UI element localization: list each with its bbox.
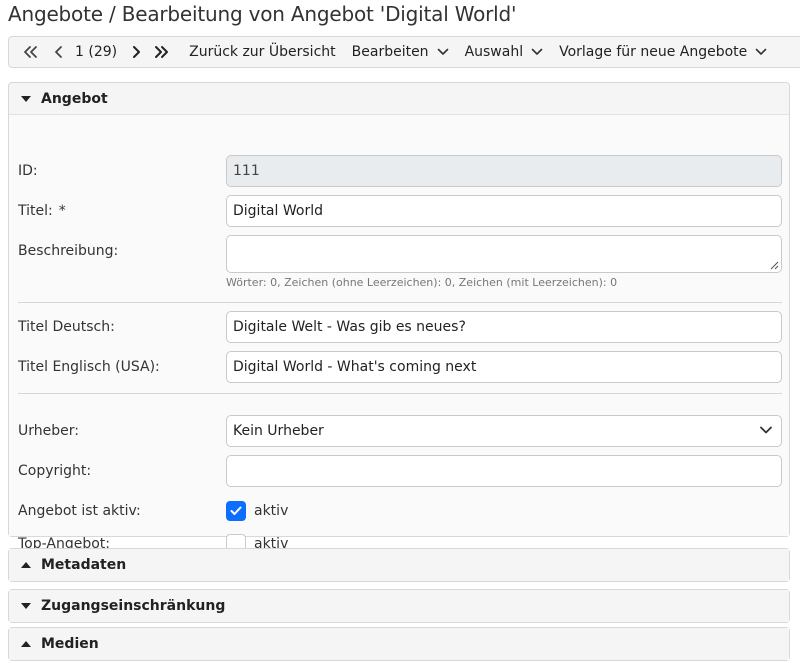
- back-to-overview-link[interactable]: Zurück zur Übersicht: [189, 44, 336, 60]
- aktiv-label: Angebot ist aktiv:: [18, 503, 141, 519]
- resize-grip-icon[interactable]: [770, 261, 779, 270]
- template-menu-button[interactable]: Vorlage für neue Angebote: [559, 44, 767, 60]
- divider: [18, 393, 782, 394]
- beschreibung-textarea[interactable]: [226, 235, 782, 273]
- aktiv-checkbox[interactable]: [226, 501, 246, 521]
- section-zugang-title: Zugangseinschränkung: [41, 598, 226, 614]
- id-label: ID:: [18, 163, 38, 179]
- next-record-icon[interactable]: [131, 36, 141, 68]
- caret-up-icon: [21, 641, 31, 647]
- chevron-down-icon: [755, 48, 767, 55]
- edit-menu-label: Bearbeiten: [351, 44, 429, 60]
- titel-deutsch-label: Titel Deutsch:: [18, 319, 115, 335]
- edit-menu-button[interactable]: Bearbeiten: [352, 44, 449, 60]
- chevron-down-icon: [531, 48, 543, 55]
- required-marker: *: [58, 203, 66, 219]
- previous-record-icon[interactable]: [53, 36, 63, 68]
- section-zugang-header[interactable]: Zugangseinschränkung: [9, 590, 789, 622]
- section-angebot-body: ID: 111 Titel: * Digital World Beschreibu…: [9, 115, 789, 554]
- section-medien-header[interactable]: Medien: [9, 628, 789, 660]
- chevron-down-icon: [437, 48, 448, 55]
- section-angebot: Angebot ID: 111 Titel: * Digital World Be…: [8, 82, 790, 554]
- record-toolbar: 1 (29) Zurück zur Übersicht Bearbeiten A…: [8, 36, 800, 68]
- titel-deutsch-input[interactable]: Digitale Welt - Was gib es neues?: [226, 311, 782, 343]
- caret-up-icon: [21, 562, 31, 568]
- checkmark-icon: [230, 506, 242, 515]
- urheber-label: Urheber:: [18, 423, 79, 439]
- section-metadaten-header[interactable]: Metadaten: [9, 549, 789, 581]
- caret-down-icon: [21, 95, 31, 102]
- selection-menu-label: Auswahl: [464, 44, 524, 60]
- section-medien: Medien: [8, 627, 790, 661]
- divider: [18, 302, 782, 303]
- section-metadaten: Metadaten: [8, 548, 790, 582]
- titel-englisch-input[interactable]: Digital World - What's coming next: [226, 351, 782, 383]
- beschreibung-label: Beschreibung:: [18, 243, 119, 259]
- titel-label-text: Titel:: [18, 203, 53, 219]
- id-field: 111: [226, 155, 782, 187]
- selection-menu-button[interactable]: Auswahl: [465, 44, 544, 60]
- urheber-selected-value: Kein Urheber: [233, 423, 324, 439]
- back-to-overview-label: Zurück zur Übersicht: [189, 44, 336, 60]
- section-angebot-title: Angebot: [41, 90, 108, 107]
- page-title: Angebote / Bearbeitung von Angebot 'Digi…: [8, 2, 517, 26]
- beschreibung-word-count: Wörter: 0, Zeichen (ohne Leerzeichen): 0…: [226, 276, 618, 289]
- section-medien-title: Medien: [41, 636, 99, 652]
- last-record-icon[interactable]: [153, 36, 171, 68]
- chevron-down-icon: [760, 426, 772, 434]
- section-angebot-header[interactable]: Angebot: [9, 83, 789, 115]
- template-menu-label: Vorlage für neue Angebote: [559, 44, 748, 60]
- copyright-label: Copyright:: [18, 463, 92, 479]
- aktiv-checkbox-label: aktiv: [254, 503, 289, 519]
- copyright-input[interactable]: [226, 455, 782, 487]
- titel-input[interactable]: Digital World: [226, 195, 782, 227]
- first-record-icon[interactable]: [21, 36, 39, 68]
- titel-englisch-label: Titel Englisch (USA):: [18, 359, 160, 375]
- record-position: 1 (29): [75, 44, 118, 60]
- section-zugang: Zugangseinschränkung: [8, 589, 790, 623]
- section-metadaten-title: Metadaten: [41, 557, 127, 573]
- titel-label: Titel: *: [18, 203, 66, 219]
- caret-down-icon: [21, 603, 31, 609]
- urheber-select[interactable]: Kein Urheber: [226, 415, 782, 447]
